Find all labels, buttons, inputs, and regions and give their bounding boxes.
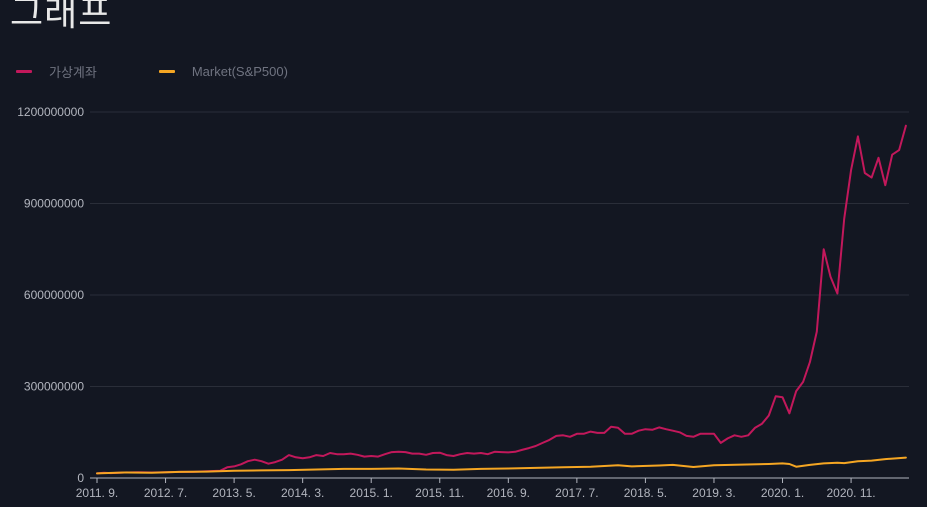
series-line-virtual-account: [96, 124, 907, 475]
x-tick-label: 2011. 9.: [76, 486, 118, 500]
x-tick-label: 2015. 11.: [415, 486, 464, 500]
x-tick-label: 2018. 5.: [624, 486, 667, 500]
y-tick-label: 300000000: [24, 380, 84, 394]
x-tick-label: 2016. 9.: [487, 486, 530, 500]
y-tick-label: 900000000: [24, 197, 84, 211]
x-tick-label: 2013. 5.: [212, 486, 255, 500]
y-tick-label: 600000000: [24, 288, 84, 302]
x-tick-label: 2020. 1.: [761, 486, 804, 500]
x-tick-label: 2014. 3.: [281, 486, 324, 500]
x-tick-label: 2015. 1.: [350, 486, 393, 500]
x-tick-label: 2012. 7.: [144, 486, 187, 500]
line-chart: 0 300000000 600000000 900000000 1200000000 20…: [17, 105, 909, 500]
y-tick-label: 0: [77, 471, 84, 485]
series-line-market: [96, 456, 907, 475]
x-tick-label: 2020. 11.: [826, 486, 875, 500]
x-tick-label: 2017. 7.: [555, 486, 598, 500]
x-tick-label: 2019. 3.: [692, 486, 735, 500]
y-tick-label: 1200000000: [17, 105, 84, 119]
